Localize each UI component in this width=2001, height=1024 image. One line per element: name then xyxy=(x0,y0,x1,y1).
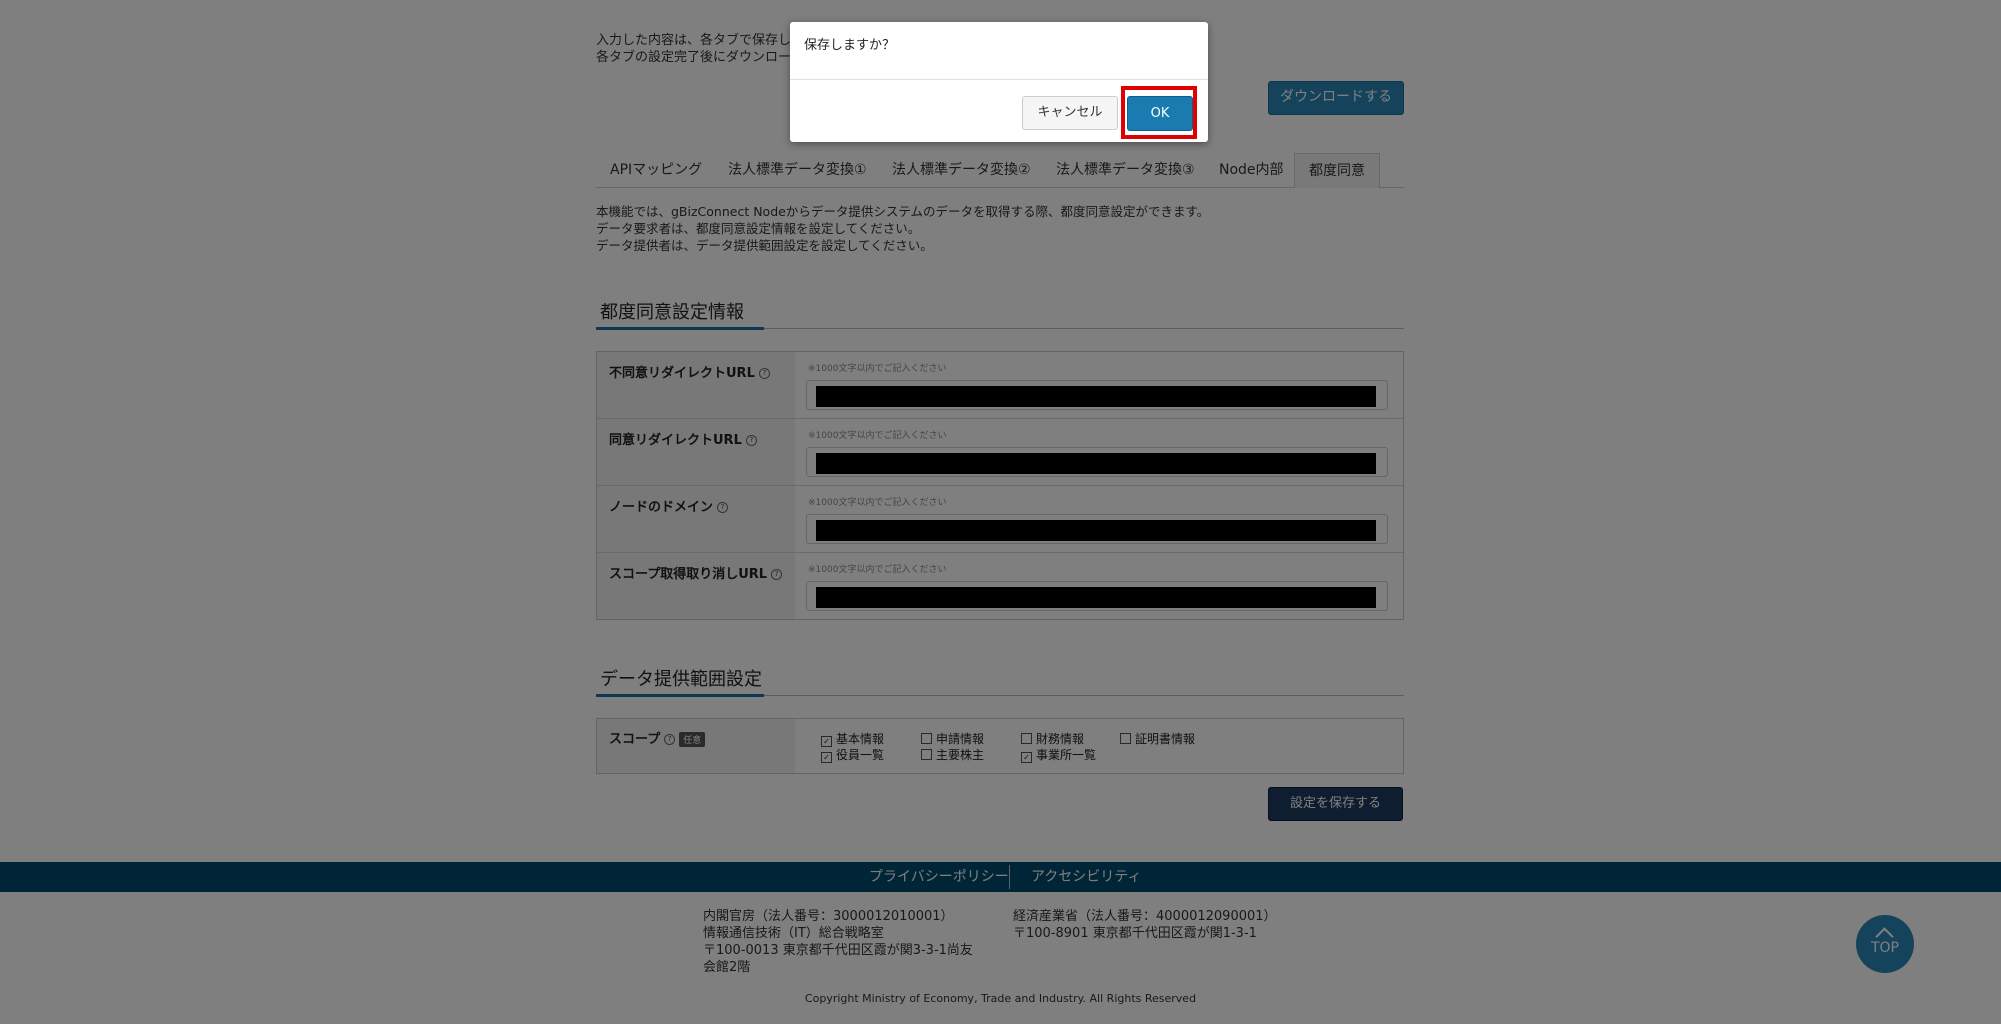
cancel-button[interactable]: キャンセル xyxy=(1022,96,1118,130)
modal-overlay[interactable] xyxy=(0,0,2001,1024)
confirm-dialog: 保存しますか？ キャンセル OK xyxy=(790,22,1208,142)
dialog-message: 保存しますか？ xyxy=(804,38,896,53)
ok-button[interactable]: OK xyxy=(1127,96,1193,131)
dialog-divider xyxy=(790,79,1208,80)
